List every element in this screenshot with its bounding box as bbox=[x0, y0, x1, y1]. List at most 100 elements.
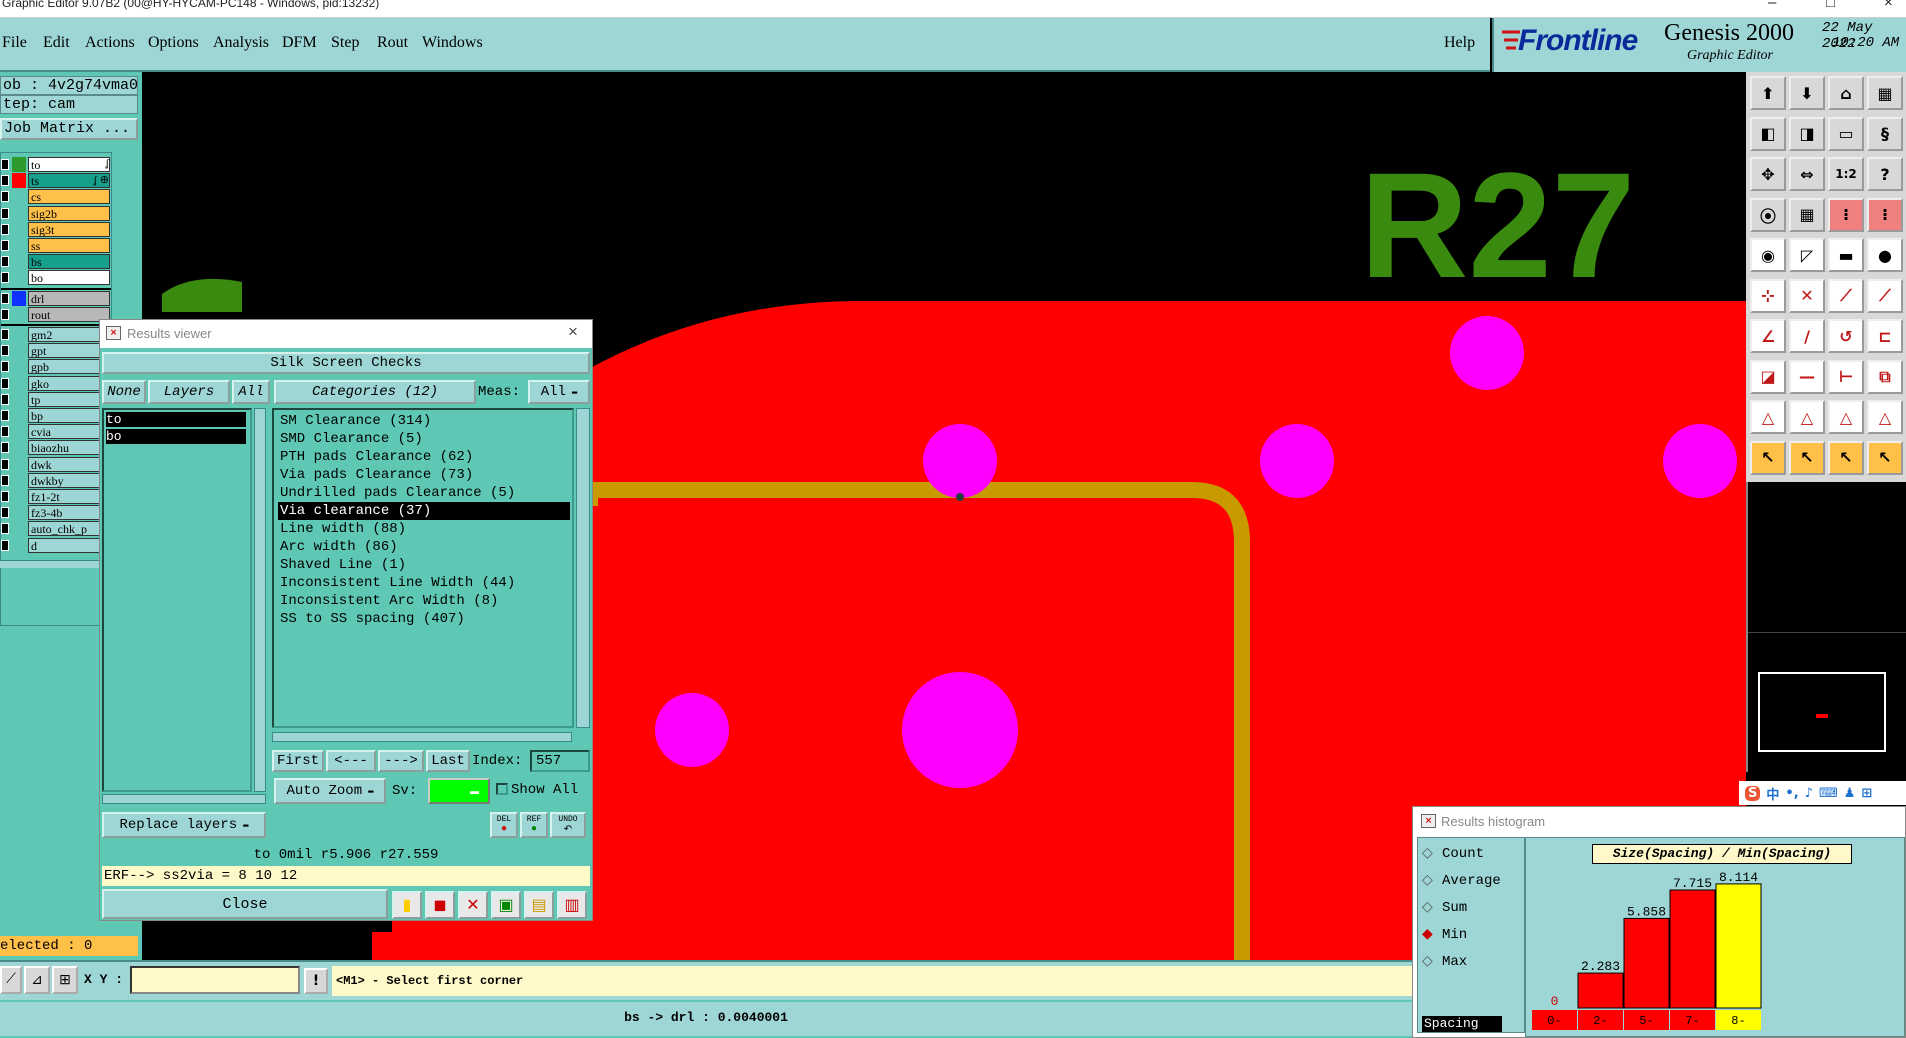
layer-checkbox[interactable] bbox=[1, 191, 9, 203]
layer-checkbox[interactable] bbox=[1, 410, 9, 421]
category-item[interactable]: Inconsistent Arc Width (8) bbox=[278, 592, 570, 610]
menu-step[interactable]: Step bbox=[331, 34, 359, 52]
sv-color-dropdown[interactable]: ▬ bbox=[428, 778, 490, 804]
meas-dropdown[interactable]: All ▬ bbox=[528, 380, 590, 404]
slash-icon[interactable]: / bbox=[1789, 319, 1825, 353]
histogram-bar[interactable] bbox=[1623, 917, 1670, 1009]
layer-row-auto-chk-p[interactable]: auto_chk_p bbox=[1, 521, 111, 537]
auto-zoom-dropdown[interactable]: Auto Zoom ▬ bbox=[274, 778, 386, 804]
replace-layers-dropdown[interactable]: Replace layers ▬ bbox=[102, 812, 266, 838]
undo-button[interactable]: UNDO ↶ bbox=[550, 812, 586, 838]
skew-icon[interactable]: ◸ bbox=[1789, 238, 1825, 272]
category-item[interactable]: PTH pads Clearance (62) bbox=[278, 448, 570, 466]
triangle-a-icon[interactable]: △ bbox=[1750, 400, 1786, 434]
layer-row-dwkby[interactable]: dwkby bbox=[1, 472, 111, 488]
layer-checkbox[interactable] bbox=[1, 491, 9, 502]
circle-icon[interactable]: ● bbox=[1867, 238, 1903, 272]
all-button[interactable]: All bbox=[232, 380, 270, 404]
arc-icon[interactable]: ↺ bbox=[1828, 319, 1864, 353]
layer-row-cs[interactable]: cs bbox=[1, 189, 111, 205]
layer-checkbox[interactable] bbox=[1, 539, 9, 551]
cutout-icon[interactable]: ◪ bbox=[1750, 359, 1786, 394]
result-layer-item[interactable]: bo bbox=[106, 429, 246, 444]
maximize-button[interactable]: □ bbox=[1826, 0, 1835, 11]
pointer-c-icon[interactable]: ↖ bbox=[1828, 440, 1864, 475]
ruler-icon[interactable]: ▬ bbox=[1828, 238, 1864, 272]
category-list-scrollbar[interactable] bbox=[576, 408, 590, 728]
histogram-icon[interactable]: ▥ bbox=[557, 891, 587, 919]
histogram-chart[interactable]: 0 0- 2.283 2- 5.858 5- 7.715 7- 8.114 8- bbox=[1526, 838, 1906, 1038]
layers-b-icon[interactable]: ⁝ bbox=[1867, 197, 1903, 232]
category-item[interactable]: Undrilled pads Clearance (5) bbox=[278, 484, 570, 502]
layer-row-bo[interactable]: bo bbox=[1, 270, 111, 286]
close-button[interactable]: Close bbox=[102, 889, 388, 919]
layer-list-scrollbar[interactable] bbox=[254, 408, 266, 792]
measure-icon[interactable]: ⊢ bbox=[1828, 359, 1864, 394]
ime-punct-icon[interactable]: •, bbox=[1785, 786, 1798, 801]
histogram-bar[interactable] bbox=[1669, 889, 1716, 1009]
histogram-option[interactable]: ◇ Sum bbox=[1422, 898, 1522, 918]
category-list-hscrollbar[interactable] bbox=[272, 732, 572, 742]
layer-row-rout[interactable]: rout bbox=[1, 306, 111, 322]
tool-c-icon[interactable]: ⊞ bbox=[52, 966, 78, 994]
save-icon[interactable]: ⬇ bbox=[1789, 76, 1825, 110]
menu-actions[interactable]: Actions bbox=[85, 34, 135, 52]
close-window-button[interactable]: × bbox=[1884, 0, 1893, 11]
window-icon[interactable]: ▭ bbox=[1828, 116, 1864, 151]
layer-row-gpb[interactable]: gpb bbox=[1, 359, 111, 375]
home-icon[interactable]: ⌂ bbox=[1828, 76, 1864, 110]
layer-checkbox[interactable] bbox=[1, 308, 9, 320]
layer-row-to[interactable]: to ʆ bbox=[1, 157, 111, 172]
histogram-bar[interactable] bbox=[1577, 972, 1624, 1009]
camera-icon[interactable]: ◉ bbox=[1750, 238, 1786, 272]
layer-checkbox[interactable] bbox=[1, 458, 9, 470]
tool-b-icon[interactable]: ⊿ bbox=[24, 966, 50, 994]
layer-checkbox[interactable] bbox=[1, 474, 9, 486]
copy-icon[interactable]: ⧉ bbox=[1867, 359, 1903, 394]
layer-row-gpt[interactable]: gpt bbox=[1, 343, 111, 359]
menu-dfm[interactable]: DFM bbox=[282, 34, 317, 52]
step-right-icon[interactable]: ◨ bbox=[1789, 116, 1825, 151]
category-item[interactable]: Line width (88) bbox=[278, 520, 570, 538]
link-b-icon[interactable]: ⟋ bbox=[1867, 278, 1903, 313]
menu-options[interactable]: Options bbox=[148, 34, 199, 52]
menu-edit[interactable]: Edit bbox=[43, 34, 70, 52]
grid-icon[interactable]: ▦ bbox=[1867, 76, 1903, 110]
triangle-c-icon[interactable]: △ bbox=[1828, 400, 1864, 434]
triangle-b-icon[interactable]: △ bbox=[1789, 400, 1825, 434]
ime-menu-icon[interactable]: ⊞ bbox=[1861, 786, 1872, 801]
open-job-icon[interactable]: ⬆ bbox=[1750, 76, 1786, 110]
layer-checkbox[interactable] bbox=[1, 292, 9, 304]
layer-row-bs[interactable]: bs bbox=[1, 254, 111, 270]
last-button[interactable]: Last bbox=[426, 750, 470, 772]
pointer-d-icon[interactable]: ↖ bbox=[1867, 440, 1903, 475]
delete-button[interactable]: DEL ● bbox=[490, 812, 518, 838]
layer-row-sig3t[interactable]: sig3t bbox=[1, 221, 111, 237]
spacing-item[interactable]: Spacing bbox=[1422, 1016, 1502, 1032]
layer-row-gm2[interactable]: gm2 bbox=[1, 327, 111, 342]
category-item[interactable]: Inconsistent Line Width (44) bbox=[278, 574, 570, 592]
layer-checkbox[interactable] bbox=[1, 345, 9, 357]
ime-skin-icon[interactable]: ♟ bbox=[1844, 786, 1856, 801]
xy-input[interactable] bbox=[130, 966, 300, 994]
histogram-option[interactable]: ◇ Count bbox=[1422, 844, 1522, 864]
layer-row-dwk[interactable]: dwk bbox=[1, 456, 111, 472]
layers-a-icon[interactable]: ⁝ bbox=[1828, 197, 1864, 232]
none-button[interactable]: None bbox=[102, 380, 146, 404]
layer-checkbox[interactable] bbox=[1, 159, 9, 170]
category-item[interactable]: SS to SS spacing (407) bbox=[278, 610, 570, 628]
mesh-icon[interactable]: ▦ bbox=[1789, 197, 1825, 232]
zoom-icon[interactable]: ⇔ bbox=[1789, 157, 1825, 191]
layer-row-bp[interactable]: bp bbox=[1, 408, 111, 423]
layer-checkbox[interactable] bbox=[1, 442, 9, 454]
category-item[interactable]: Via pads Clearance (73) bbox=[278, 466, 570, 484]
ime-logo-icon[interactable]: S bbox=[1745, 785, 1761, 801]
layer-checkbox[interactable] bbox=[1, 507, 9, 519]
layer-list-hscrollbar[interactable] bbox=[102, 794, 266, 804]
layer-checkbox[interactable] bbox=[1, 272, 9, 284]
link-a-icon[interactable]: ⟋ bbox=[1828, 278, 1864, 313]
overview-viewport[interactable] bbox=[1758, 672, 1886, 752]
layer-checkbox[interactable] bbox=[1, 175, 9, 187]
snake-icon[interactable]: § bbox=[1867, 116, 1903, 151]
layer-checkbox[interactable] bbox=[1, 240, 9, 251]
